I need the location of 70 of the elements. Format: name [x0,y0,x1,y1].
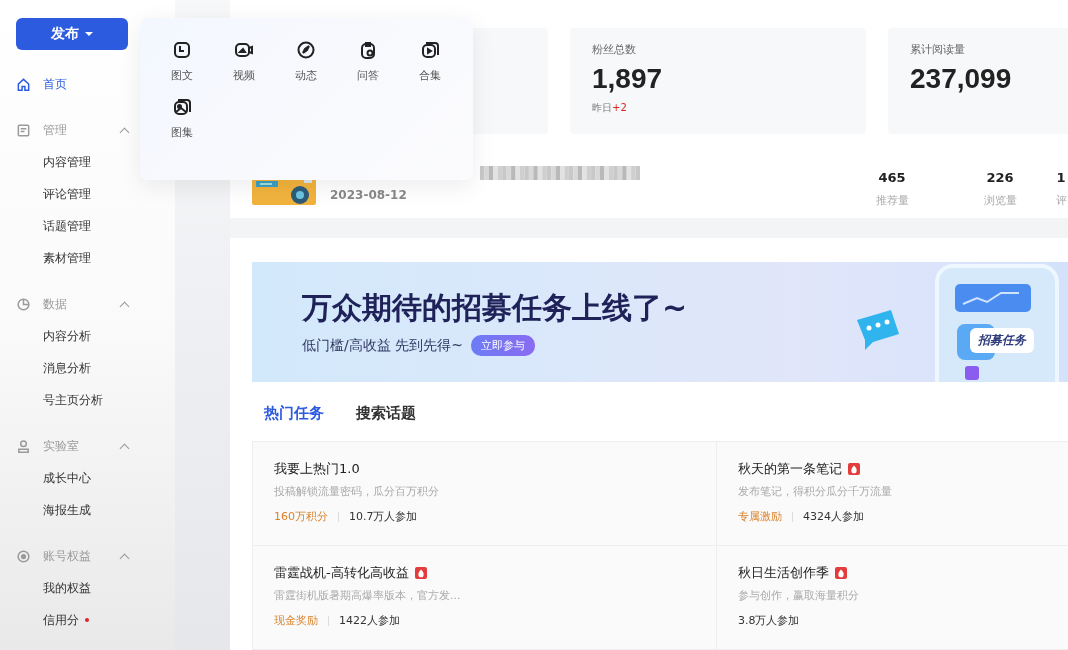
reward-label: 现金奖励 [274,613,318,628]
tab[interactable]: 搜索话题 [356,404,416,423]
reward-label: 160万积分 [274,509,328,524]
person-icon [16,438,31,454]
participant-count: 10.7万人参加 [349,509,418,524]
publish-date: 2023-08-12 [330,188,407,202]
publish-button[interactable]: 发布 [16,18,128,50]
compass-icon [296,40,316,60]
tab[interactable]: 热门任务 [264,404,324,423]
task-description: 参与创作，赢取海量积分 [738,588,859,603]
menu-item[interactable]: 动态 [275,40,337,83]
task-title: 雷霆战机-高转化高收益 [274,564,409,582]
task-card[interactable]: 秋日生活创作季 参与创作，赢取海量积分 3.8万人参加 [717,546,1068,650]
metric-value: 226 [986,170,1014,185]
participant-count: 3.8万人参加 [738,613,800,628]
nav-item[interactable]: 首页 [16,68,128,100]
document-icon [16,122,31,138]
menu-item[interactable]: 图集 [151,97,213,140]
stat-label: 累计阅读量 [910,42,965,57]
video-camera-icon [234,40,254,60]
nav-subitem[interactable]: 素材管理 [16,242,91,274]
task-card[interactable]: 雷霆战机-高转化高收益 雷霆街机版暑期高爆率版本，官方发... 现金奖励 1422人参加 [253,546,717,650]
participant-count: 1422人参加 [339,613,400,628]
target-icon [16,548,31,564]
stat-delta: 昨日+2 [592,101,627,115]
home-icon [16,76,31,92]
nav-subitem[interactable]: 内容管理 [16,146,91,178]
participant-count: 4324人参加 [803,509,864,524]
task-title: 秋天的第一条笔记 [738,460,842,478]
banner-title: 万众期待的招募任务上线了~ [302,289,688,327]
metric-value: 1 [1056,170,1066,185]
stacked-play-icon [420,40,440,60]
stat-value: 1,897 [592,63,663,95]
pie-chart-icon [16,296,31,312]
menu-item[interactable]: 图文 [151,40,213,83]
task-title: 我要上热门1.0 [274,460,360,478]
menu-item[interactable]: 视频 [213,40,275,83]
tag-label: 招募任务 [970,328,1034,353]
metric-label: 推荐量 [875,193,909,208]
nav-subitem[interactable]: 评论管理 [16,178,91,210]
caret-icon [85,32,93,36]
banner-subtitle: 低门槛/高收益 先到先得~ [302,336,463,355]
menu-item[interactable]: 合集 [399,40,461,83]
nav-subitem[interactable]: 我的权益 [16,572,91,604]
nav-subitem[interactable]: 成长中心 [16,462,91,494]
nav-subitem[interactable]: 海报生成 [16,494,91,526]
nav-subitem[interactable]: 信用分 [16,604,89,636]
clipboard-icon [358,40,378,60]
stat-label: 粉丝总数 [592,42,636,57]
task-description: 雷霆街机版暑期高爆率版本，官方发... [274,588,461,603]
metric-label: 浏览量 [983,193,1017,208]
document-icon [172,40,192,60]
nav-subitem[interactable]: 消息分析 [16,352,91,384]
nav-subitem[interactable]: 内容分析 [16,320,91,352]
reward-label: 专属激励 [738,509,782,524]
join-button[interactable]: 立即参与 [470,335,535,356]
task-card[interactable]: 秋天的第一条笔记 发布笔记，得积分瓜分千万流量 专属激励 4324人参加 [717,442,1068,546]
metric-label: 评 [1055,193,1067,208]
nav-subitem[interactable]: 话题管理 [16,210,91,242]
task-description: 发布笔记，得积分瓜分千万流量 [738,484,892,499]
promo-banner[interactable]: 万众期待的招募任务上线了~ 低门槛/高收益 先到先得~ 立即参与 招募任务 [252,262,1068,382]
stacked-image-icon [172,97,192,117]
menu-item[interactable]: 问答 [337,40,399,83]
task-description: 投稿解锁流量密码，瓜分百万积分 [274,484,439,499]
stat-value: 237,099 [910,63,1012,95]
metric-value: 465 [878,170,906,185]
task-card[interactable]: 我要上热门1.0 投稿解锁流量密码，瓜分百万积分 160万积分 10.7万人参加 [253,442,717,546]
nav-subitem[interactable]: 号主页分析 [16,384,103,416]
task-title: 秋日生活创作季 [738,564,829,582]
nav-subitem-label: 信用分 [43,611,79,629]
